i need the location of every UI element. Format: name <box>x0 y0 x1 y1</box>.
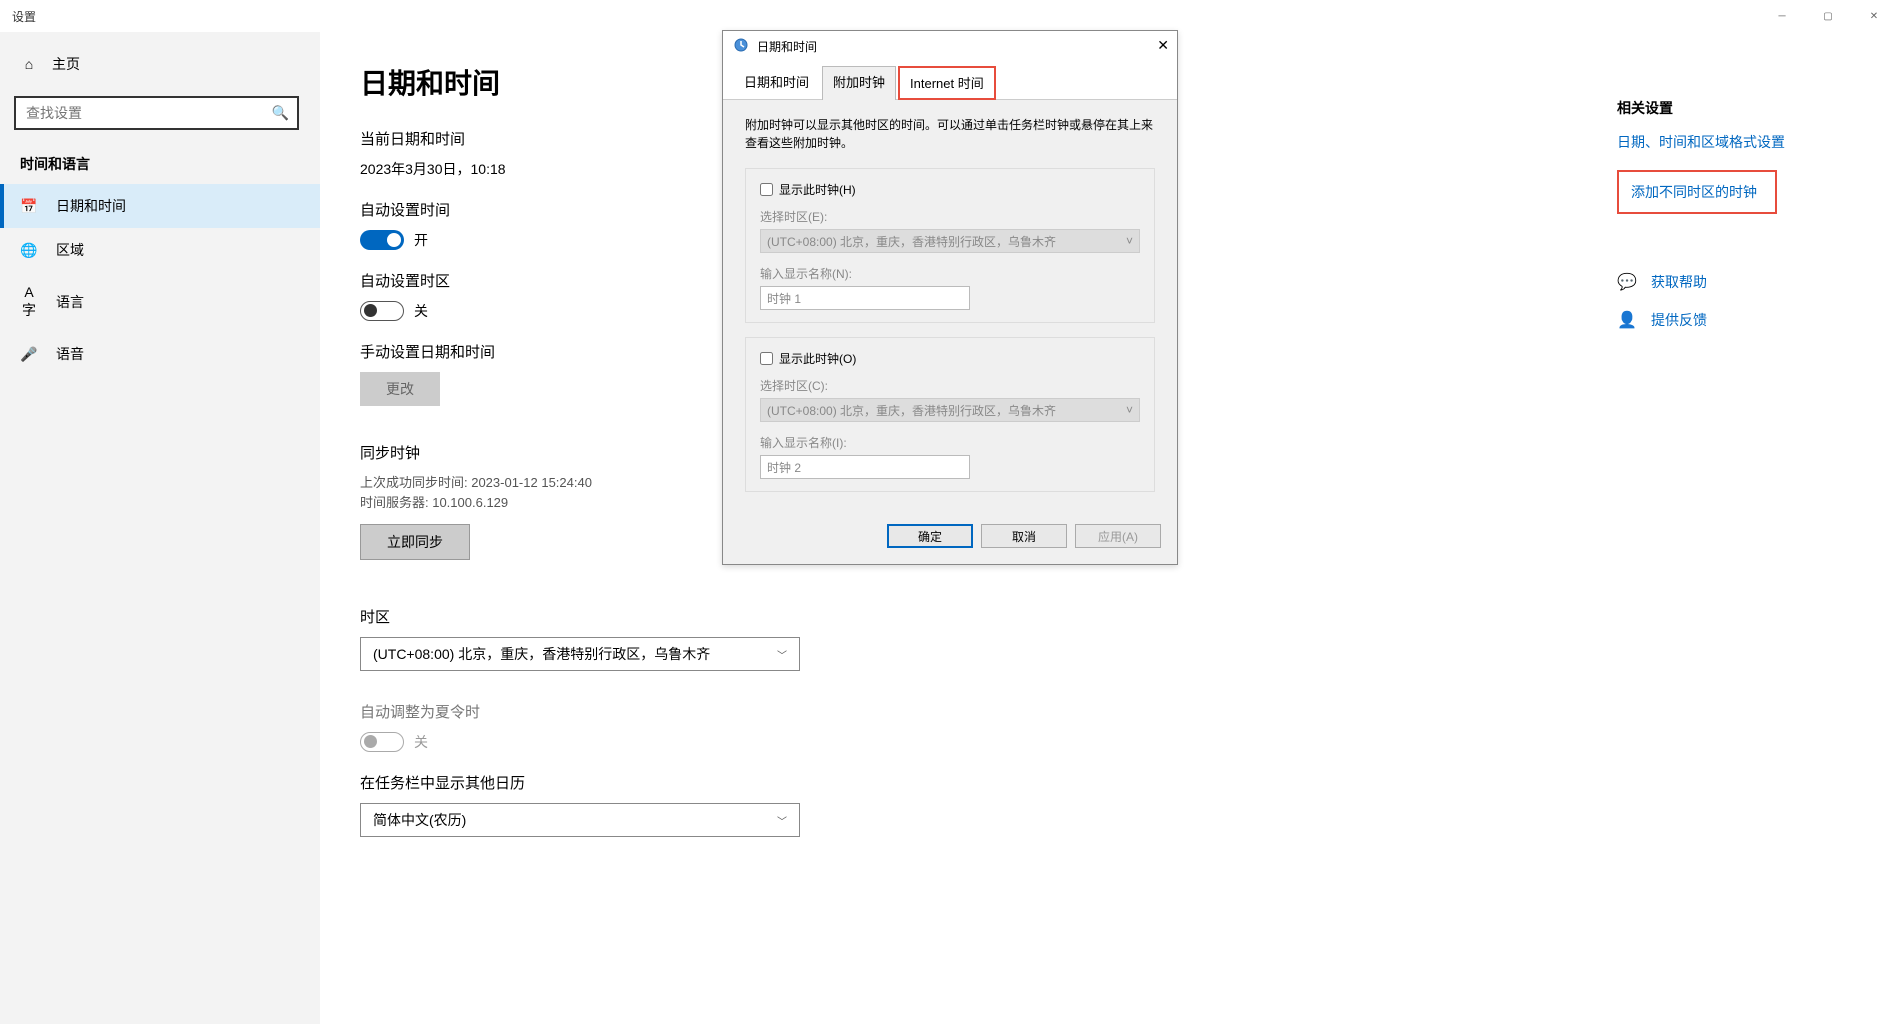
sidebar-item-datetime[interactable]: 📅 日期和时间 <box>0 184 320 228</box>
dst-state: 关 <box>414 732 428 752</box>
right-panel: 相关设置 日期、时间和区域格式设置 添加不同时区的时钟 💬 获取帮助 👤 提供反… <box>1617 98 1837 348</box>
sidebar-section-title: 时间和语言 <box>0 144 320 184</box>
clock-1-group: 显示此时钟(H) 选择时区(E): (UTC+08:00) 北京，重庆，香港特别… <box>745 168 1155 323</box>
sidebar: ⌂ 主页 🔍 时间和语言 📅 日期和时间 🌐 区域 A字 语言 🎤 语音 <box>0 32 320 1024</box>
add-clocks-link[interactable]: 添加不同时区的时钟 <box>1617 170 1777 214</box>
timezone-2-value: (UTC+08:00) 北京，重庆，香港特别行政区，乌鲁木齐 <box>767 402 1056 419</box>
ok-button[interactable]: 确定 <box>887 524 973 548</box>
show-clock-1-row[interactable]: 显示此时钟(H) <box>760 181 1140 198</box>
calendar-icon: 📅 <box>20 198 38 215</box>
format-settings-link[interactable]: 日期、时间和区域格式设置 <box>1617 132 1837 152</box>
clock-1-name-input <box>760 286 970 310</box>
help-icon: 💬 <box>1617 272 1635 292</box>
globe-icon: 🌐 <box>20 242 38 259</box>
other-calendar-dropdown[interactable]: 简体中文(农历) ﹀ <box>360 803 800 837</box>
get-help-link[interactable]: 获取帮助 <box>1651 272 1707 292</box>
microphone-icon: 🎤 <box>20 346 38 363</box>
dialog-tabs: 日期和时间 附加时钟 Internet 时间 <box>723 61 1177 100</box>
dst-label: 自动调整为夏令时 <box>360 701 1857 722</box>
dialog-close-button[interactable]: ✕ <box>1157 37 1169 54</box>
sidebar-item-label: 语音 <box>56 344 84 364</box>
search-input[interactable] <box>14 96 299 130</box>
timezone-2-select: (UTC+08:00) 北京，重庆，香港特别行政区，乌鲁木齐 ˅ <box>760 398 1140 422</box>
window-titlebar: 设置 <box>0 0 1897 32</box>
additional-clocks-dialog: 日期和时间 ✕ 日期和时间 附加时钟 Internet 时间 附加时钟可以显示其… <box>722 30 1178 565</box>
change-datetime-button[interactable]: 更改 <box>360 372 440 406</box>
timezone-dropdown[interactable]: (UTC+08:00) 北京，重庆，香港特别行政区，乌鲁木齐 ﹀ <box>360 637 800 671</box>
home-icon: ⌂ <box>20 56 38 72</box>
chevron-down-icon: ˅ <box>1126 403 1133 417</box>
window-title: 设置 <box>12 8 36 25</box>
sidebar-item-label: 区域 <box>56 240 84 260</box>
show-clock-2-label: 显示此时钟(O) <box>779 350 856 367</box>
sidebar-item-speech[interactable]: 🎤 语音 <box>0 332 320 376</box>
clock-icon <box>733 37 749 56</box>
sidebar-home[interactable]: ⌂ 主页 <box>0 42 320 86</box>
sidebar-item-region[interactable]: 🌐 区域 <box>0 228 320 272</box>
chevron-down-icon: ﹀ <box>777 813 787 828</box>
show-clock-2-checkbox[interactable] <box>760 352 773 365</box>
maximize-button[interactable]: ▢ <box>1805 0 1851 32</box>
dialog-description: 附加时钟可以显示其他时区的时间。可以通过单击任务栏时钟或悬停在其上来查看这些附加… <box>745 116 1155 152</box>
select-tz-1-label: 选择时区(E): <box>760 208 1140 225</box>
feedback-icon: 👤 <box>1617 310 1635 330</box>
related-settings-header: 相关设置 <box>1617 98 1837 118</box>
apply-button: 应用(A) <box>1075 524 1161 548</box>
tab-additional-clocks[interactable]: 附加时钟 <box>822 66 896 100</box>
dialog-button-row: 确定 取消 应用(A) <box>723 514 1177 564</box>
show-clock-2-row[interactable]: 显示此时钟(O) <box>760 350 1140 367</box>
chevron-down-icon: ﹀ <box>777 647 787 662</box>
dialog-body: 附加时钟可以显示其他时区的时间。可以通过单击任务栏时钟或悬停在其上来查看这些附加… <box>723 100 1177 514</box>
other-calendar-label: 在任务栏中显示其他日历 <box>360 772 1857 793</box>
sidebar-item-label: 语言 <box>56 292 84 312</box>
cancel-button[interactable]: 取消 <box>981 524 1067 548</box>
auto-tz-toggle[interactable] <box>360 301 404 321</box>
select-tz-2-label: 选择时区(C): <box>760 377 1140 394</box>
show-clock-1-label: 显示此时钟(H) <box>779 181 856 198</box>
feedback-link[interactable]: 提供反馈 <box>1651 310 1707 330</box>
timezone-header: 时区 <box>360 606 1857 627</box>
window-controls: ─ ▢ ✕ <box>1759 0 1897 32</box>
name-2-label: 输入显示名称(I): <box>760 434 1140 451</box>
timezone-1-value: (UTC+08:00) 北京，重庆，香港特别行政区，乌鲁木齐 <box>767 233 1056 250</box>
sync-now-button[interactable]: 立即同步 <box>360 524 470 560</box>
sidebar-home-label: 主页 <box>52 54 80 74</box>
dialog-titlebar: 日期和时间 ✕ <box>723 31 1177 61</box>
chevron-down-icon: ˅ <box>1126 234 1133 248</box>
timezone-1-select: (UTC+08:00) 北京，重庆，香港特别行政区，乌鲁木齐 ˅ <box>760 229 1140 253</box>
clock-2-name-input <box>760 455 970 479</box>
minimize-button[interactable]: ─ <box>1759 0 1805 32</box>
clock-2-group: 显示此时钟(O) 选择时区(C): (UTC+08:00) 北京，重庆，香港特别… <box>745 337 1155 492</box>
timezone-value: (UTC+08:00) 北京，重庆，香港特别行政区，乌鲁木齐 <box>373 644 710 664</box>
auto-time-toggle[interactable] <box>360 230 404 250</box>
auto-time-state: 开 <box>414 230 428 250</box>
name-1-label: 输入显示名称(N): <box>760 265 1140 282</box>
show-clock-1-checkbox[interactable] <box>760 183 773 196</box>
auto-tz-state: 关 <box>414 301 428 321</box>
language-icon: A字 <box>20 284 38 320</box>
sidebar-item-language[interactable]: A字 语言 <box>0 272 320 332</box>
sidebar-item-label: 日期和时间 <box>56 196 126 216</box>
other-calendar-value: 简体中文(农历) <box>373 810 466 830</box>
dst-toggle <box>360 732 404 752</box>
search-icon[interactable]: 🔍 <box>272 105 289 122</box>
dialog-title: 日期和时间 <box>757 38 817 55</box>
tab-internet-time[interactable]: Internet 时间 <box>898 66 996 100</box>
tab-datetime[interactable]: 日期和时间 <box>733 66 820 100</box>
close-button[interactable]: ✕ <box>1851 0 1897 32</box>
